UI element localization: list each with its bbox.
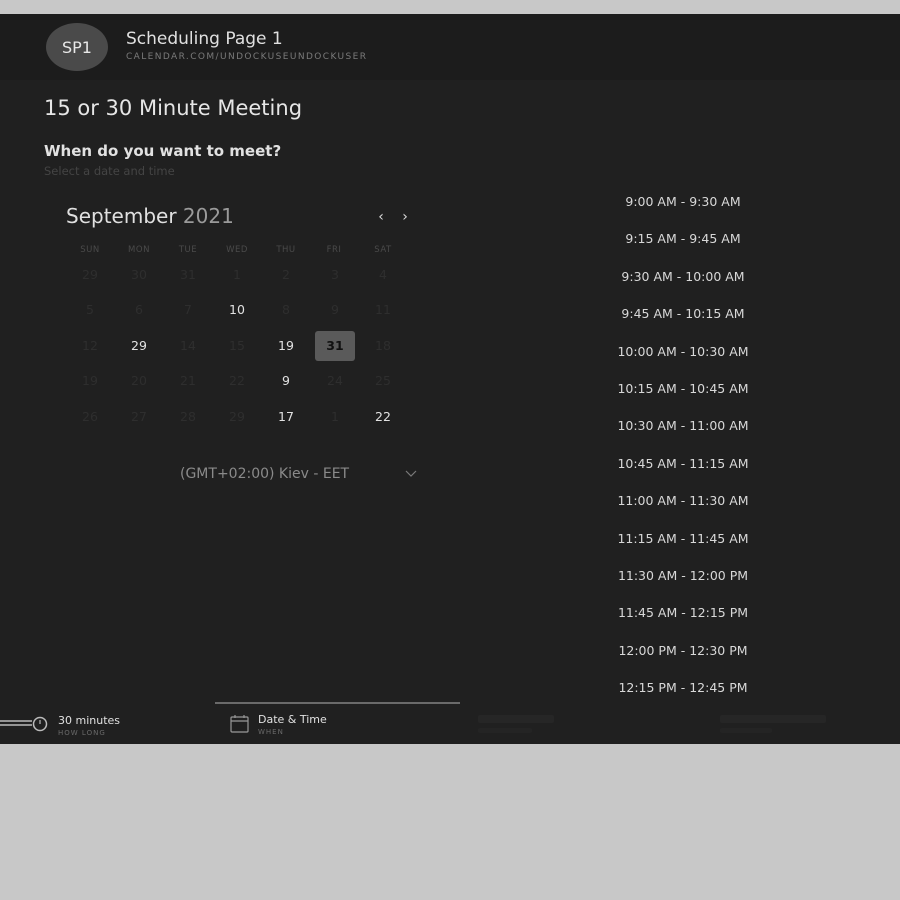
calendar-day: 2 xyxy=(282,267,290,282)
calendar-day: 24 xyxy=(327,373,343,388)
time-slot[interactable]: 11:15 AM - 11:45 AM xyxy=(596,531,770,546)
time-slot[interactable]: 9:30 AM - 10:00 AM xyxy=(596,269,770,284)
calendar-day: 18 xyxy=(375,338,391,353)
calendar-day: 8 xyxy=(282,302,290,317)
step-details-placeholder xyxy=(478,715,554,723)
calendar-day: 12 xyxy=(82,338,98,353)
calendar-day: 26 xyxy=(82,409,98,424)
page-title: Scheduling Page 1 xyxy=(126,29,283,49)
page-url[interactable]: CALENDAR.COM/UNDOCKUSEUNDOCKUSER xyxy=(126,52,367,62)
calendar-day: 6 xyxy=(135,302,143,317)
calendar-day-selected[interactable]: 31 xyxy=(315,331,355,361)
scheduling-app: SP1 Scheduling Page 1 CALENDAR.COM/UNDOC… xyxy=(0,14,900,744)
step-duration-sub: HOW LONG xyxy=(58,729,106,737)
calendar-day: 1 xyxy=(331,409,339,424)
step-duration-label: 30 minutes xyxy=(58,714,121,727)
calendar-day: 14 xyxy=(180,338,196,353)
calendar-day: 19 xyxy=(82,373,98,388)
calendar-day: 15 xyxy=(229,338,245,353)
calendar-day[interactable]: 19 xyxy=(266,331,306,361)
weekday-label: TUE xyxy=(178,245,198,255)
page-header: SP1 Scheduling Page 1 CALENDAR.COM/UNDOC… xyxy=(0,14,900,80)
time-slot[interactable]: 10:30 AM - 11:00 AM xyxy=(596,418,770,433)
weekday-label: FRI xyxy=(326,245,342,255)
calendar-day[interactable]: 29 xyxy=(119,331,159,361)
avatar: SP1 xyxy=(46,23,108,71)
time-slot[interactable]: 12:15 PM - 12:45 PM xyxy=(596,680,770,695)
chevron-left-icon: ‹ xyxy=(378,209,384,225)
calendar-day: 29 xyxy=(82,267,98,282)
time-slot[interactable]: 10:15 AM - 10:45 AM xyxy=(596,381,770,396)
calendar-day: 30 xyxy=(131,267,147,282)
meeting-title: 15 or 30 Minute Meeting xyxy=(44,96,303,120)
calendar-day: 25 xyxy=(375,373,391,388)
weekday-label: SAT xyxy=(374,245,392,255)
calendar-day[interactable]: 22 xyxy=(363,402,403,432)
calendar-day: 28 xyxy=(180,409,196,424)
calendar-day: 27 xyxy=(131,409,147,424)
calendar-day: 31 xyxy=(180,267,196,282)
active-step-indicator xyxy=(215,702,460,704)
calendar-month: September xyxy=(66,204,177,228)
time-slot[interactable]: 9:15 AM - 9:45 AM xyxy=(596,231,770,246)
calendar-day: 4 xyxy=(379,267,387,282)
calendar-day: 1 xyxy=(233,267,241,282)
time-slot[interactable]: 11:00 AM - 11:30 AM xyxy=(596,493,770,508)
chevron-right-icon: › xyxy=(402,209,408,225)
step-confirm-placeholder xyxy=(720,715,826,723)
meeting-question: When do you want to meet? xyxy=(44,142,282,160)
step-datetime-label: Date & Time xyxy=(258,713,327,726)
calendar-day: 20 xyxy=(131,373,147,388)
time-slot[interactable]: 9:00 AM - 9:30 AM xyxy=(596,194,770,209)
time-slot[interactable]: 10:45 AM - 11:15 AM xyxy=(596,456,770,471)
calendar-icon xyxy=(230,715,249,733)
prev-month-button[interactable]: ‹ xyxy=(373,209,389,225)
calendar-day[interactable]: 9 xyxy=(266,366,306,396)
stopwatch-icon xyxy=(0,716,48,732)
time-slot[interactable]: 11:45 AM - 12:15 PM xyxy=(596,605,770,620)
calendar-day: 21 xyxy=(180,373,196,388)
calendar-day[interactable]: 17 xyxy=(266,402,306,432)
calendar-header: September 2021 xyxy=(66,204,234,228)
calendar-day: 29 xyxy=(229,409,245,424)
time-slot[interactable]: 11:30 AM - 12:00 PM xyxy=(596,568,770,583)
step-datetime-sub: WHEN xyxy=(258,728,284,736)
calendar-day: 7 xyxy=(184,302,192,317)
calendar-day: 3 xyxy=(331,267,339,282)
calendar-day[interactable]: 10 xyxy=(217,295,257,325)
calendar-day: 9 xyxy=(331,302,339,317)
calendar-day: 11 xyxy=(375,302,391,317)
time-slot[interactable]: 12:00 PM - 12:30 PM xyxy=(596,643,770,658)
step-details-sub-placeholder xyxy=(478,728,532,733)
calendar-day: 5 xyxy=(86,302,94,317)
calendar-day: 22 xyxy=(229,373,245,388)
step-confirm-sub-placeholder xyxy=(720,728,772,733)
weekday-label: MON xyxy=(128,245,150,255)
timezone-select[interactable]: (GMT+02:00) Kiev - EET xyxy=(180,466,349,482)
time-slot[interactable]: 10:00 AM - 10:30 AM xyxy=(596,344,770,359)
weekday-label: WED xyxy=(226,245,248,255)
meeting-hint: Select a date and time xyxy=(44,164,175,178)
time-slot[interactable]: 9:45 AM - 10:15 AM xyxy=(596,306,770,321)
calendar-year: 2021 xyxy=(182,204,234,228)
next-month-button[interactable]: › xyxy=(397,209,413,225)
weekday-label: SUN xyxy=(80,245,100,255)
weekday-label: THU xyxy=(276,245,296,255)
progress-footer: 30 minutes HOW LONG Date & Time WHEN xyxy=(0,702,900,744)
chevron-down-icon[interactable] xyxy=(405,467,417,481)
